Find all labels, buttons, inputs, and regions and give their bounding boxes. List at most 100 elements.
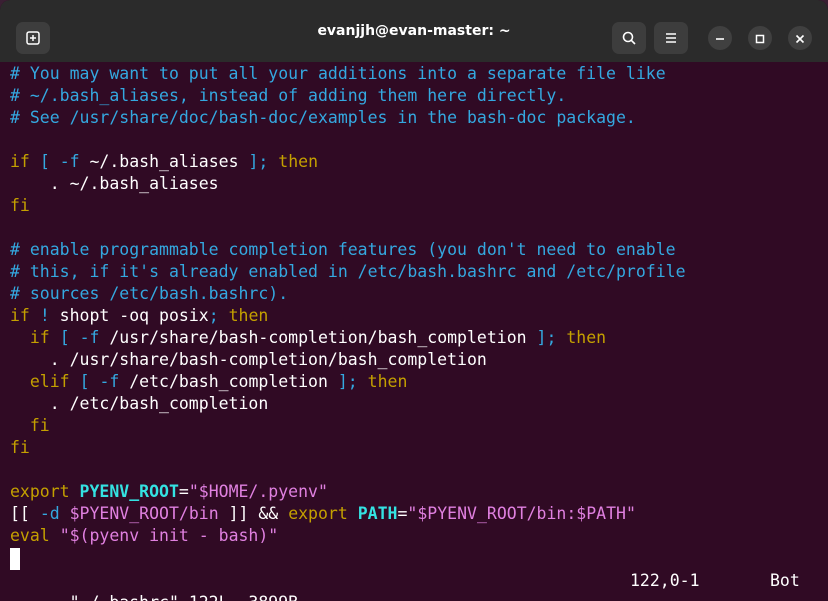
title-bar: evanjjh@evan-master: ~ <box>0 0 828 62</box>
code-token: ; <box>208 306 219 325</box>
code-token: $PYENV_ROOT/bin <box>69 504 219 523</box>
code-token: = <box>397 504 408 523</box>
code-line: if ! shopt -oq posix; then <box>10 305 268 327</box>
code-token: # See /usr/share/doc/bash-doc/examples i… <box>10 108 636 127</box>
code-token: = <box>178 482 189 501</box>
code-token: # enable programmable completion feature… <box>10 240 676 259</box>
code-token: if <box>10 152 30 171</box>
code-token: PYENV_ROOT <box>79 482 179 501</box>
code-token: elif <box>29 372 70 391</box>
close-button[interactable] <box>788 26 812 50</box>
code-token: then <box>367 372 408 391</box>
code-token: . /etc/bash_completion <box>10 394 269 413</box>
maximize-button[interactable] <box>748 26 772 50</box>
code-line: # enable programmable completion feature… <box>10 239 676 261</box>
search-icon <box>621 30 637 46</box>
code-line: fi <box>10 437 30 459</box>
code-token: fi <box>10 438 30 457</box>
code-token: ~/.bash_aliases <box>79 152 249 171</box>
new-tab-icon <box>25 30 41 46</box>
code-token: export <box>10 482 70 501</box>
code-line: # ~/.bash_aliases, instead of adding the… <box>10 85 566 107</box>
text-cursor <box>10 548 20 570</box>
new-tab-button[interactable] <box>16 22 50 54</box>
code-token: /usr/share/bash-completion/bash_completi… <box>99 328 537 347</box>
code-token: [ <box>79 372 90 391</box>
code-token: export <box>288 504 348 523</box>
code-token: shopt -oq posix <box>49 306 209 325</box>
code-token: -f <box>79 328 100 347</box>
terminal-text-area[interactable]: # You may want to put all your additions… <box>0 62 828 601</box>
status-file-info: "~/.bashrc" 122L, 3899B <box>70 593 298 601</box>
code-line: . ~/.bash_aliases <box>10 173 219 195</box>
code-token: if <box>10 306 30 325</box>
code-line: fi <box>10 415 50 437</box>
hamburger-menu-icon <box>663 30 679 46</box>
status-cursor-position: 122,0-1 <box>630 571 700 590</box>
code-token: "$PYENV_ROOT/bin:$PATH" <box>407 504 636 523</box>
code-token: fi <box>29 416 50 435</box>
code-token: # ~/.bash_aliases, instead of adding the… <box>10 86 567 105</box>
code-line: export PYENV_ROOT="$HOME/.pyenv" <box>10 481 328 503</box>
code-token: [ <box>39 152 50 171</box>
code-line: # See /usr/share/doc/bash-doc/examples i… <box>10 107 636 129</box>
code-token: # sources /etc/bash.bashrc). <box>10 284 289 303</box>
code-token: ]] && <box>218 504 289 523</box>
code-token: # You may want to put all your additions… <box>10 64 666 83</box>
search-button[interactable] <box>612 22 646 54</box>
code-token: -f <box>59 152 80 171</box>
code-token: then <box>566 328 607 347</box>
code-token: ]; <box>536 328 557 347</box>
terminal-window: evanjjh@evan-master: ~ # You may want to… <box>0 0 828 601</box>
code-token: -f <box>99 372 120 391</box>
code-token: [[ <box>10 504 30 523</box>
minimize-icon <box>715 29 725 48</box>
code-line: elif [ -f /etc/bash_completion ]; then <box>10 371 408 393</box>
window-title: evanjjh@evan-master: ~ <box>317 23 511 39</box>
code-line: # You may want to put all your additions… <box>10 63 666 85</box>
code-line: # sources /etc/bash.bashrc). <box>10 283 288 305</box>
code-token: "$(pyenv init - bash)" <box>59 526 279 545</box>
code-token: ! <box>39 306 50 325</box>
code-token: then <box>278 152 319 171</box>
menu-button[interactable] <box>654 22 688 54</box>
code-line: eval "$(pyenv init - bash)" <box>10 525 278 547</box>
code-token: ]; <box>248 152 269 171</box>
code-token: . ~/.bash_aliases <box>10 174 219 193</box>
code-line: [[ -d $PYENV_ROOT/bin ]] && export PATH=… <box>10 503 636 525</box>
maximize-icon <box>755 29 765 48</box>
code-token: if <box>29 328 50 347</box>
vim-status-line: "~/.bashrc" 122L, 3899B 122,0-1 Bot <box>10 570 818 601</box>
code-line: fi <box>10 195 30 217</box>
code-line: . /etc/bash_completion <box>10 393 269 415</box>
code-token: then <box>228 306 269 325</box>
code-token: # this, if it's already enabled in /etc/… <box>10 262 686 281</box>
code-line: . /usr/share/bash-completion/bash_comple… <box>10 349 487 371</box>
code-token: . /usr/share/bash-completion/bash_comple… <box>10 350 487 369</box>
code-token: fi <box>10 196 30 215</box>
code-token: -d <box>39 504 60 523</box>
code-token: [ <box>59 328 70 347</box>
code-token: "$HOME/.pyenv" <box>188 482 328 501</box>
code-token: eval <box>10 526 50 545</box>
minimize-button[interactable] <box>708 26 732 50</box>
